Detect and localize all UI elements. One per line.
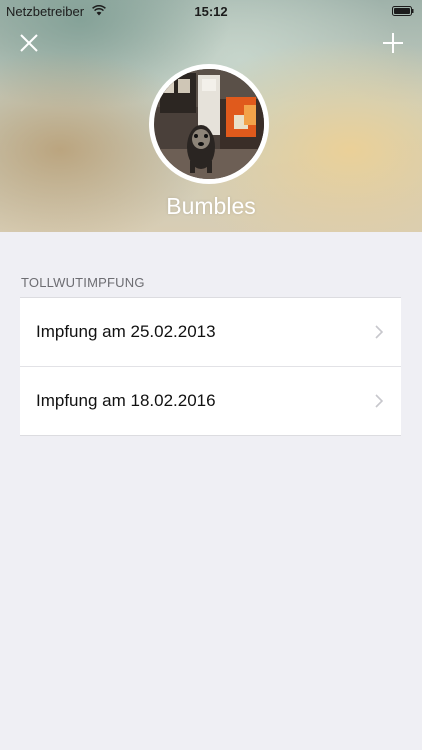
battery-icon — [392, 6, 414, 16]
plus-icon — [383, 33, 403, 53]
close-icon — [20, 34, 38, 52]
list-item[interactable]: Impfung am 18.02.2016 — [20, 366, 401, 435]
section-header: TOLLWUTIMPFUNG — [21, 275, 145, 290]
list-item-label: Impfung am 18.02.2016 — [36, 391, 216, 410]
chevron-right-icon — [375, 325, 383, 339]
avatar — [154, 69, 264, 179]
chevron-right-icon — [375, 394, 383, 408]
close-button[interactable] — [17, 31, 41, 55]
add-button[interactable] — [381, 31, 405, 55]
status-time: 15:12 — [194, 4, 228, 19]
status-bar: Netzbetreiber 15:12 — [0, 0, 422, 22]
pet-name: Bumbles — [166, 193, 256, 219]
vaccination-list: Impfung am 25.02.2013 Impfung am 18.02.2… — [20, 297, 401, 436]
list-item[interactable]: Impfung am 25.02.2013 — [20, 298, 401, 366]
profile-header: Netzbetreiber 15:12 Bumbles — [0, 0, 422, 232]
avatar-frame[interactable] — [149, 64, 269, 184]
list-item-label: Impfung am 25.02.2013 — [36, 322, 216, 341]
